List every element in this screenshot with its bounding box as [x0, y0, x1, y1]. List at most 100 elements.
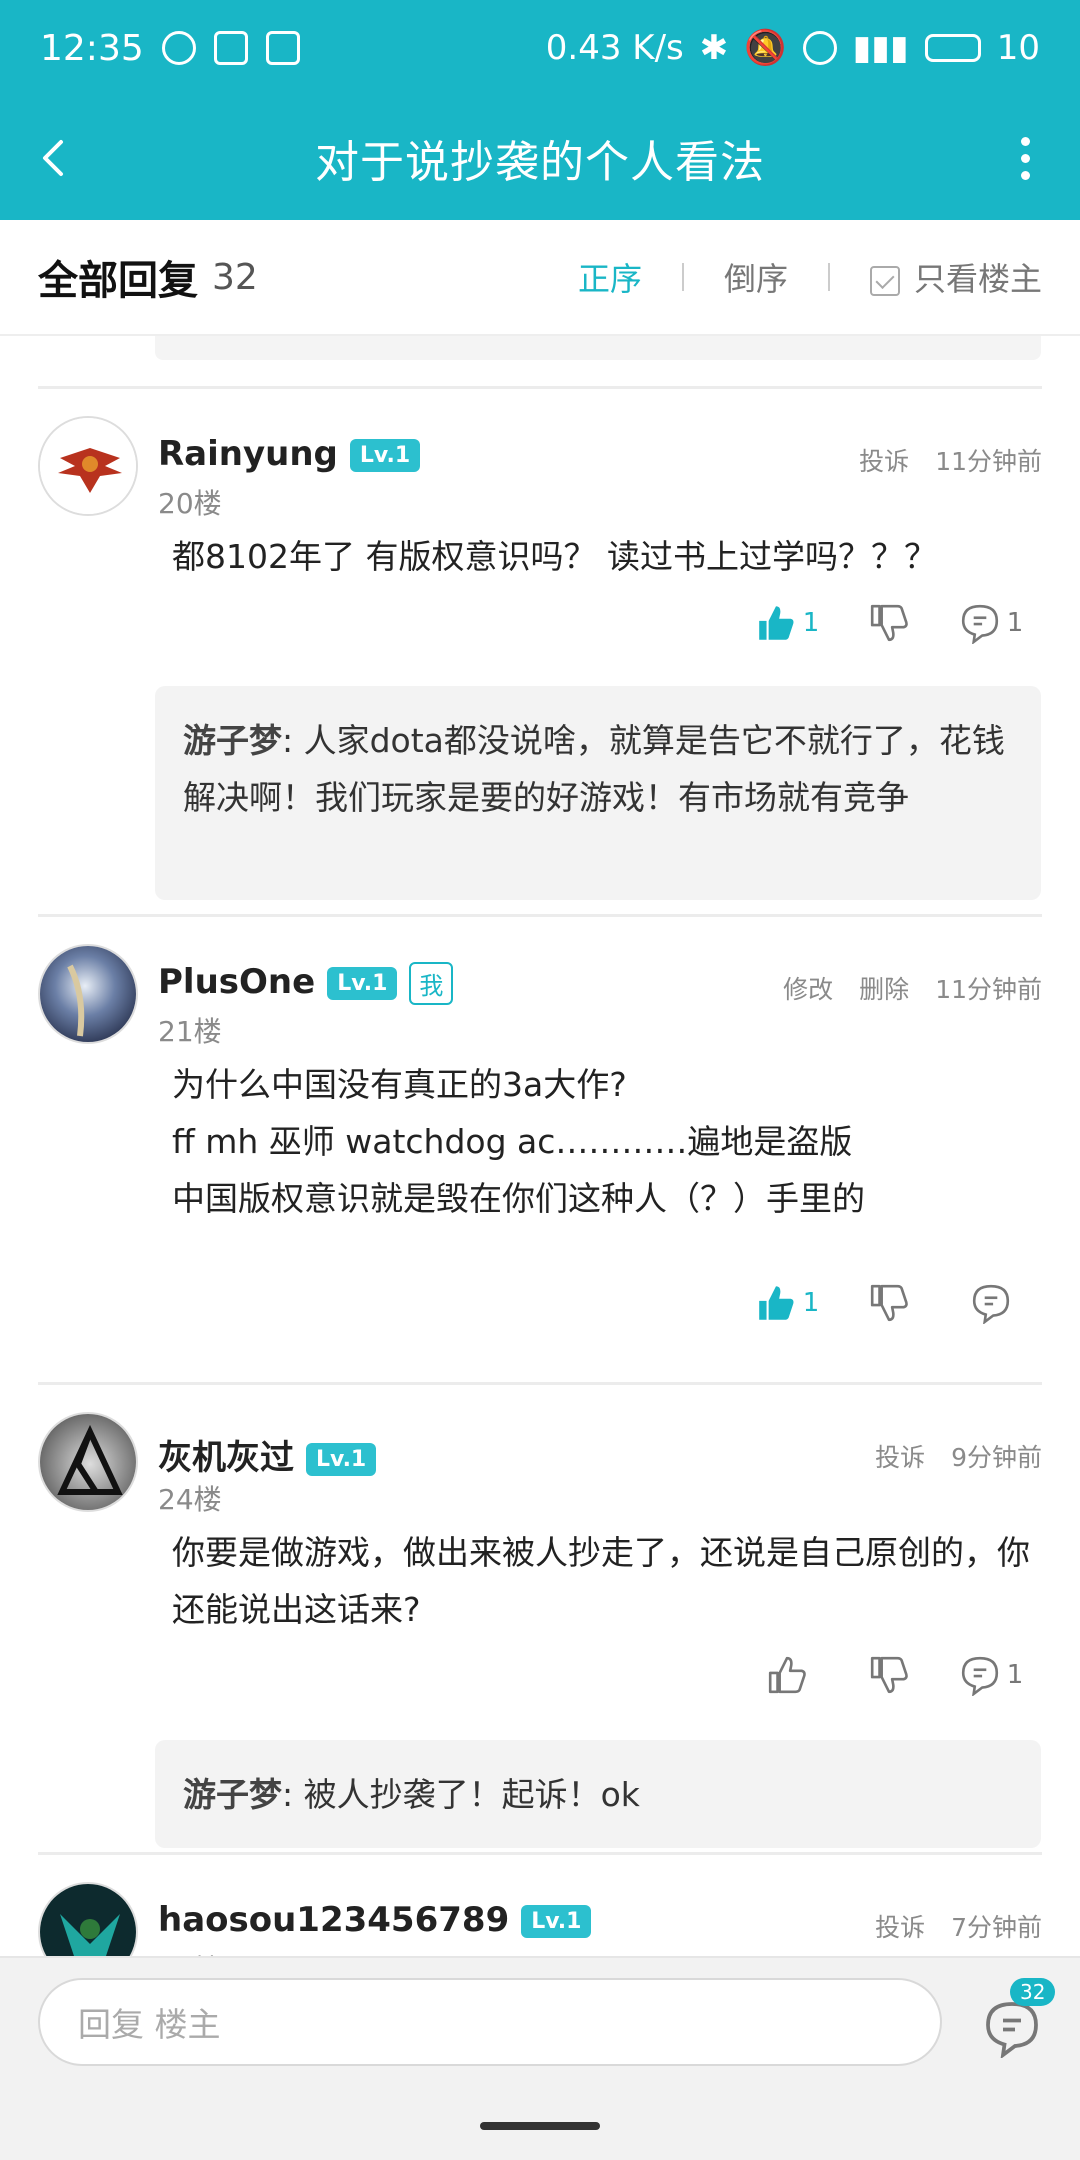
comment-button[interactable] — [940, 1282, 1042, 1324]
divider — [38, 386, 1042, 389]
like-button[interactable]: 1 — [736, 1282, 838, 1324]
avatar[interactable] — [38, 416, 138, 516]
comment-line: ff mh 巫师 watchdog ac…………遍地是盗版 — [172, 1122, 853, 1161]
chat-bubble-icon — [161, 31, 196, 65]
comment-body: 都8102年了 有版权意识吗？ 读过书上过学吗？？？ — [172, 528, 1030, 585]
status-time: 12:35 — [40, 27, 144, 69]
comment-line: 为什么中国没有真正的3a大作? — [172, 1065, 627, 1104]
reply-input[interactable]: 回复 楼主 — [38, 1978, 942, 2066]
avatar[interactable] — [38, 1882, 138, 1956]
divider — [38, 914, 1042, 917]
comment-icon — [961, 1656, 998, 1696]
comment-line: 你要是做游戏，做出来被人抄走了，还说是自己原创的，你还能说出这话来? — [172, 1533, 1030, 1629]
comment-meta: 修改 删除 11分钟前 — [783, 970, 1042, 1006]
reply-count: 32 — [212, 256, 258, 298]
thumb-up-icon — [768, 1656, 806, 1694]
avatar[interactable] — [38, 944, 138, 1044]
reply-author[interactable]: 游子梦 — [183, 1775, 282, 1814]
reply-bar: 回复 楼主 32 — [0, 1956, 1080, 2160]
floor-number: 26楼 — [158, 1948, 222, 1956]
comment-button[interactable]: 1 — [940, 602, 1042, 644]
alarm-icon — [802, 31, 837, 65]
comment-line: 都8102年了 有版权意识吗？ 读过书上过学吗？？？ — [172, 537, 937, 576]
comment-icon — [961, 604, 998, 644]
notification-icon — [265, 31, 300, 65]
reply-author[interactable]: 游子梦 — [183, 721, 282, 760]
floor-number: 21楼 — [158, 1015, 222, 1048]
comment-meta: 投诉 11分钟前 — [859, 442, 1042, 478]
divider — [681, 263, 684, 291]
report-link[interactable]: 投诉 — [875, 1438, 925, 1474]
dislike-button[interactable] — [838, 1282, 940, 1324]
alert-icon — [213, 31, 248, 65]
level-badge: Lv.1 — [327, 967, 398, 1000]
thumb-down-icon — [870, 1284, 908, 1322]
floor-number: 20楼 — [158, 487, 222, 520]
battery-icon — [924, 34, 981, 62]
avatar[interactable] — [38, 1412, 138, 1512]
all-replies-label: 全部回复 — [38, 258, 198, 304]
reply-text: : 被人抄袭了！起诉！ok — [282, 1775, 640, 1814]
more-vert-icon[interactable] — [970, 136, 1080, 180]
comment-meta: 投诉 9分钟前 — [875, 1438, 1042, 1474]
level-badge: Lv.1 — [349, 439, 421, 472]
thumb-up-icon — [758, 606, 794, 640]
checkbox-icon — [869, 266, 900, 296]
report-link[interactable]: 投诉 — [859, 442, 909, 478]
previous-reply-box — [155, 336, 1041, 360]
signal-icon: ▮▮▮ — [852, 28, 909, 68]
mute-icon: 🔕 — [744, 28, 787, 68]
comment-icon — [972, 1284, 1010, 1324]
comment-count-badge: 32 — [1010, 1978, 1056, 2006]
dislike-button[interactable] — [838, 1654, 940, 1696]
comment-actions: 1 — [736, 1654, 1042, 1696]
thumb-down-icon — [870, 604, 908, 642]
op-only-label: 只看楼主 — [913, 260, 1042, 298]
sort-asc-tab[interactable]: 正序 — [578, 254, 642, 300]
sort-desc-tab[interactable]: 倒序 — [724, 254, 788, 300]
divider — [827, 263, 830, 291]
gesture-handle[interactable] — [480, 2122, 600, 2130]
edit-link[interactable]: 修改 — [783, 970, 833, 1006]
reply-filter-bar: 全部回复 32 正序 倒序 只看楼主 — [0, 220, 1080, 336]
comment-list[interactable]: Rainyung Lv.1 20楼 投诉 11分钟前 都8102年了 有版权意识吗… — [0, 336, 1080, 1956]
network-speed: 0.43 K/s — [545, 28, 684, 68]
username[interactable]: 灰机灰过 Lv.1 — [158, 1430, 377, 1479]
comment-body: 为什么中国没有真正的3a大作? ff mh 巫师 watchdog ac…………… — [172, 1056, 1030, 1227]
timestamp: 7分钟前 — [951, 1913, 1042, 1942]
sub-reply[interactable]: 游子梦: 人家dota都没说啥，就算是告它不就行了，花钱解决啊！我们玩家是要的好… — [155, 686, 1041, 900]
back-button[interactable] — [0, 96, 110, 220]
report-link[interactable]: 投诉 — [875, 1908, 925, 1944]
like-button[interactable] — [736, 1654, 838, 1696]
delete-link[interactable]: 删除 — [859, 970, 909, 1006]
me-badge: 我 — [409, 962, 454, 1005]
divider — [38, 1382, 1042, 1385]
op-only-toggle[interactable]: 只看楼主 — [869, 254, 1042, 300]
bluetooth-icon: ✱ — [699, 28, 729, 68]
comment-actions: 1 — [736, 1282, 1042, 1324]
thumb-down-icon — [870, 1656, 908, 1694]
divider — [38, 1852, 1042, 1855]
thumb-up-icon — [758, 1286, 794, 1320]
username[interactable]: Rainyung Lv.1 — [158, 434, 421, 474]
reply-text: : 人家dota都没说啥，就算是告它不就行了，花钱解决啊！我们玩家是要的好游戏！… — [183, 721, 1005, 817]
comment-body: 你要是做游戏，做出来被人抄走了，还说是自己原创的，你还能说出这话来? — [172, 1524, 1030, 1638]
like-button[interactable]: 1 — [736, 602, 838, 644]
username[interactable]: haosou123456789 Lv.1 — [158, 1900, 592, 1940]
floor-number: 24楼 — [158, 1483, 222, 1516]
top-app-bar: 对于说抄袭的个人看法 — [0, 96, 1080, 220]
page-title: 对于说抄袭的个人看法 — [315, 137, 765, 188]
comment-line: 中国版权意识就是毁在你们这种人（？）手里的 — [172, 1179, 865, 1218]
comment-icon[interactable] — [982, 1998, 1042, 2058]
status-bar: 12:35 0.43 K/s ✱ 🔕 ▮▮▮ 10 — [0, 0, 1080, 96]
dislike-button[interactable] — [838, 602, 940, 644]
battery-level: 10 — [996, 28, 1040, 68]
sub-reply[interactable]: 游子梦: 被人抄袭了！起诉！ok — [155, 1740, 1041, 1848]
level-badge: Lv.1 — [306, 1443, 377, 1476]
comment-button[interactable]: 1 — [940, 1654, 1042, 1696]
username[interactable]: PlusOne Lv.1 我 — [158, 962, 454, 1005]
timestamp: 11分钟前 — [935, 975, 1042, 1004]
level-badge: Lv.1 — [521, 1905, 592, 1938]
comment-actions: 1 1 — [736, 602, 1042, 644]
comment-meta: 投诉 7分钟前 — [875, 1908, 1042, 1944]
